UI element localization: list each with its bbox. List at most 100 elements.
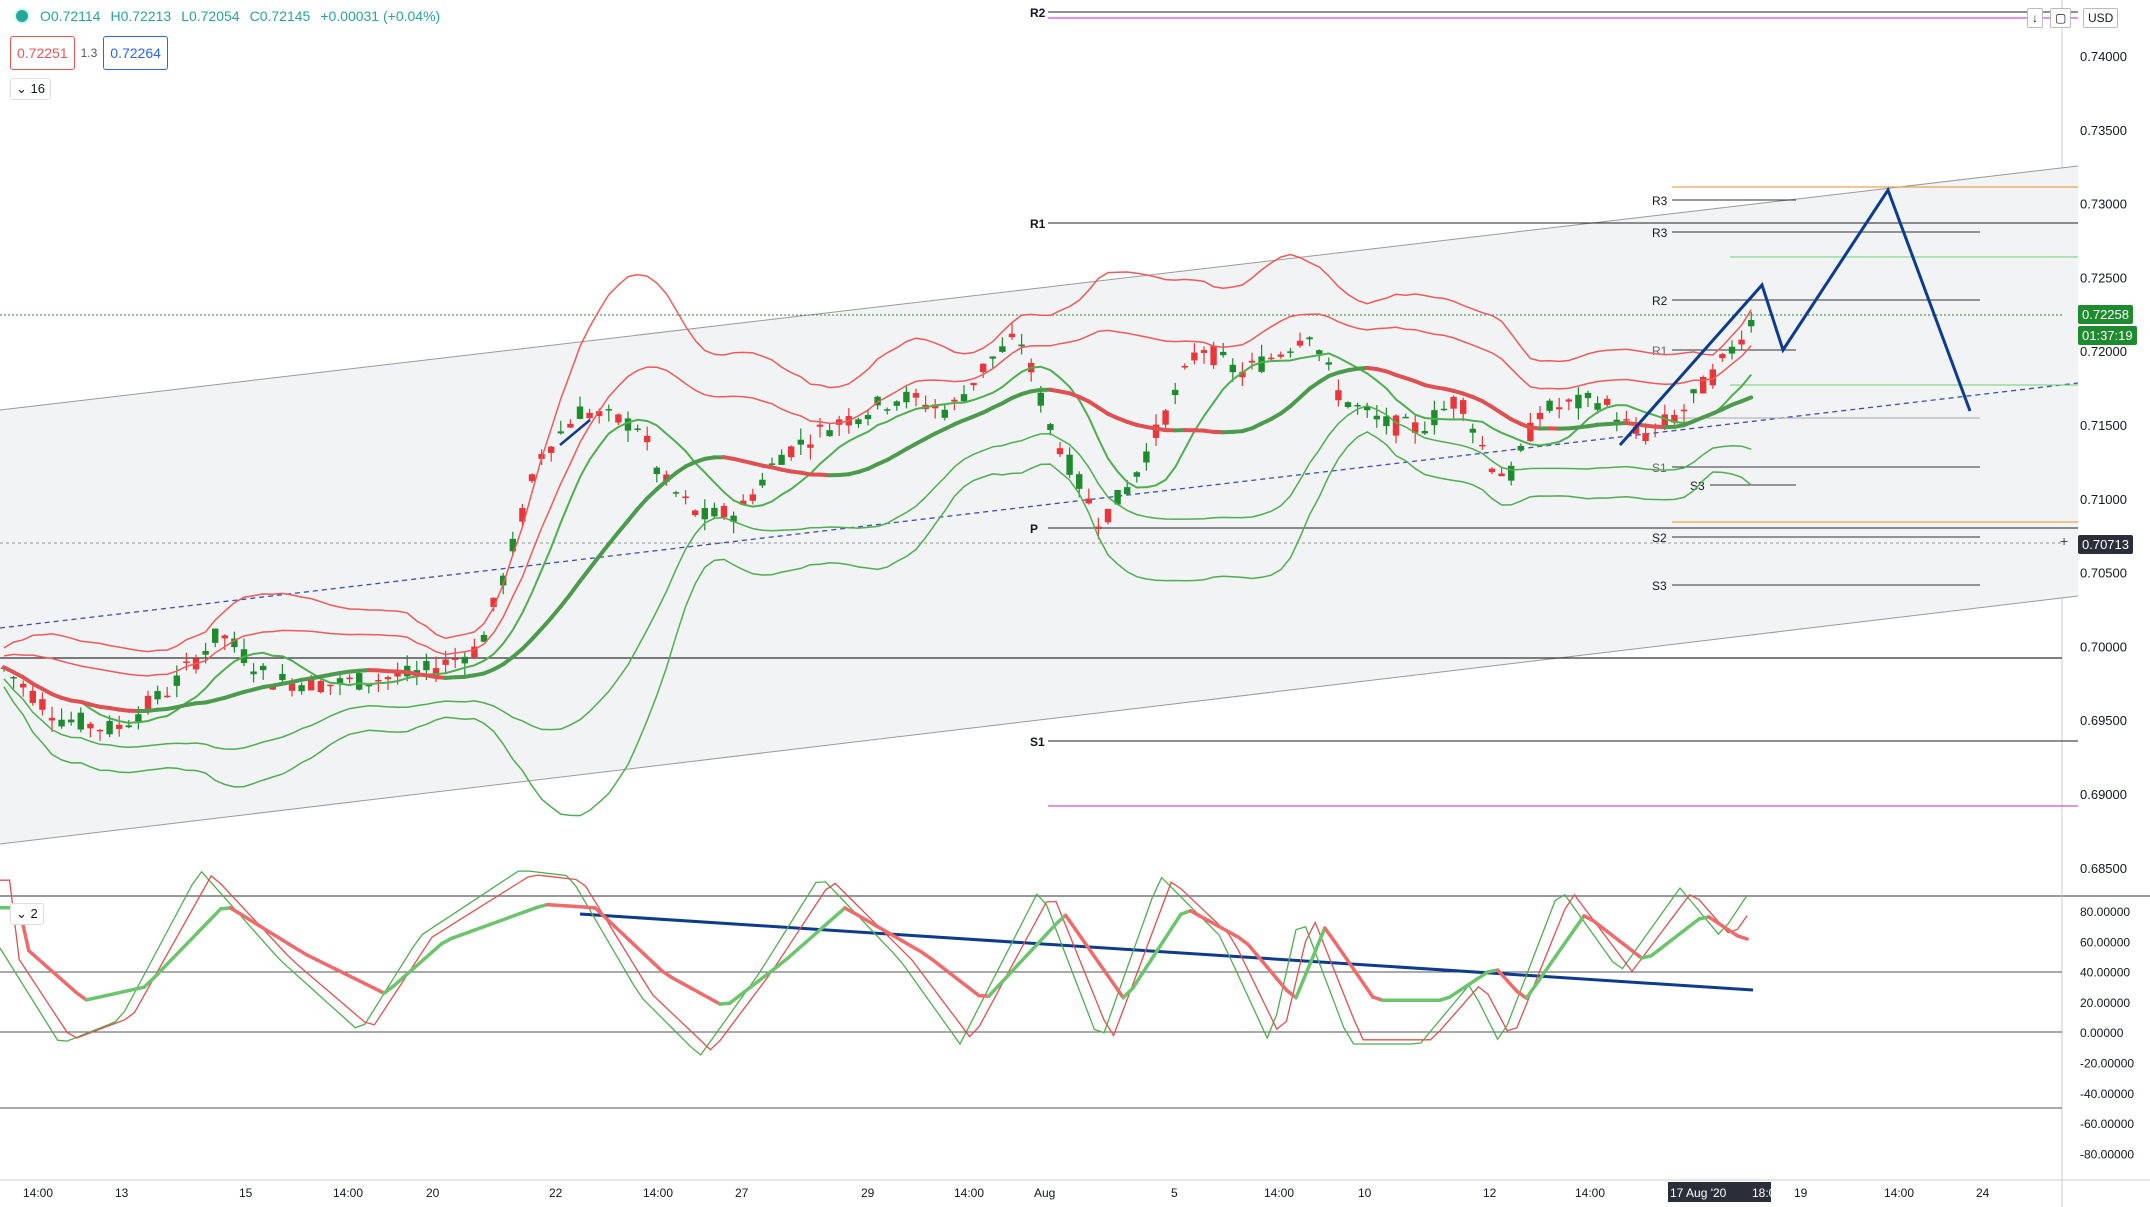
sell-button[interactable]: 0.72251 (10, 36, 75, 70)
candle-body (1469, 428, 1476, 433)
auto-scale-button[interactable]: ▢ (2050, 8, 2072, 28)
indicators-collapse-button[interactable]: ⌄ 16 (10, 78, 51, 100)
candle-body (980, 363, 987, 373)
oscillator-tick-label: -60.00000 (2080, 1117, 2134, 1131)
time-tick-label: 5 (1171, 1186, 1178, 1200)
candle-body (1392, 415, 1400, 436)
oscillator-tick-label: 80.00000 (2080, 905, 2130, 919)
weekly-pivot-label: R1 (1652, 344, 1668, 358)
candle-body (749, 494, 756, 501)
candle-body (941, 409, 948, 418)
time-tick-label: 14:00 (643, 1186, 673, 1200)
high-value: H0.72213 (110, 8, 172, 24)
oscillator-collapse-button[interactable]: ⌄ 2 (10, 903, 44, 925)
osc-segment (631, 942, 645, 955)
osc-segment (1025, 942, 1039, 957)
visibility-icon[interactable] (14, 8, 30, 24)
monthly-pivot-label: R2 (1030, 6, 1046, 20)
candle-body (1604, 398, 1611, 405)
low-value: L0.72054 (181, 8, 240, 24)
time-tick-label: 22 (549, 1186, 563, 1200)
oscillator-smooth-line (0, 902, 1749, 1006)
osc-segment (833, 906, 847, 919)
price-tick-label: 0.74000 (2080, 49, 2127, 64)
oscillator-tick-label: 60.00000 (2080, 935, 2130, 949)
candle-body (788, 446, 795, 458)
candle-body (1200, 350, 1208, 353)
candle-body (557, 431, 564, 434)
osc-segment (1111, 982, 1125, 1000)
candle-body (903, 391, 910, 403)
candle-body (173, 675, 180, 686)
osc-segment (823, 914, 837, 927)
candle-body (1143, 451, 1150, 463)
candle-body (1018, 344, 1025, 347)
candle-body (461, 656, 468, 664)
osc-segment (171, 946, 185, 961)
osc-segment (1265, 965, 1279, 981)
osc-segment (958, 979, 972, 991)
osc-segment (1083, 940, 1097, 959)
candle-body (1047, 424, 1054, 430)
price-tick-label: 0.71500 (2080, 418, 2127, 433)
candle-body (1296, 340, 1304, 346)
time-tick-label: 12 (1483, 1186, 1497, 1200)
candle-body (452, 658, 459, 660)
time-tick-label: 20 (426, 1186, 440, 1200)
scroll-to-realtime-button[interactable]: ↓ (2027, 8, 2043, 28)
price-tick-label: 0.70000 (2080, 639, 2127, 654)
plus-icon[interactable]: + (2060, 533, 2068, 549)
candle-body (1383, 416, 1390, 427)
osc-segment (1246, 942, 1260, 958)
price-tick-label: 0.69500 (2080, 713, 2127, 728)
candle-body (1508, 465, 1515, 481)
osc-segment (756, 971, 770, 983)
osc-segment (1572, 914, 1586, 932)
candle-body (797, 439, 804, 445)
buy-button[interactable]: 0.72264 (103, 36, 168, 70)
candle-body (1584, 392, 1592, 399)
weekly-pivot-label: R3 (1652, 194, 1668, 208)
chart-canvas[interactable]: R2R1PS1R3R3R2R1S1S3S2S30.740000.735000.7… (0, 0, 2150, 1207)
osc-segment (1015, 953, 1029, 967)
candle-body (29, 690, 36, 703)
osc-segment (1659, 939, 1673, 951)
candle-body (1037, 392, 1044, 406)
osc-segment (1563, 927, 1577, 946)
oscillator-count: 2 (30, 906, 38, 921)
candle-body (20, 683, 27, 688)
time-tick-label: 14:00 (1884, 1186, 1914, 1200)
osc-segment (795, 940, 809, 952)
price-tick-label: 0.69000 (2080, 787, 2127, 802)
osc-segment (199, 916, 213, 931)
candle-body (644, 435, 651, 443)
candle-body (1056, 448, 1064, 455)
candle-body (1498, 473, 1505, 477)
weekly-pivot-label: R3 (1652, 226, 1668, 240)
osc-segment (1332, 939, 1346, 957)
candle-body (1104, 508, 1112, 523)
candle-body (1728, 346, 1736, 354)
osc-segment (1073, 927, 1087, 945)
oscillator-tick-label: -80.00000 (2080, 1147, 2134, 1161)
osc-segment (1553, 941, 1567, 959)
osc-segment (209, 907, 223, 921)
candle-body (154, 691, 161, 700)
candle-body (1354, 404, 1361, 407)
osc-segment (622, 933, 636, 946)
osc-segment (1361, 981, 1375, 999)
osc-segment (1313, 926, 1327, 954)
candle-body (221, 635, 228, 639)
osc-segment (929, 957, 943, 968)
candle-body (768, 463, 776, 465)
candle-body (1440, 408, 1448, 411)
candle-body (893, 401, 900, 406)
candle-body (39, 699, 46, 710)
candle-body (1450, 396, 1457, 409)
candle-body (912, 393, 920, 398)
candle-body (615, 414, 622, 423)
osc-segment (36, 957, 50, 970)
osc-segment (1678, 924, 1692, 936)
currency-label[interactable]: USD (2083, 8, 2119, 28)
weekly-pivot-label: S1 (1652, 461, 1667, 475)
